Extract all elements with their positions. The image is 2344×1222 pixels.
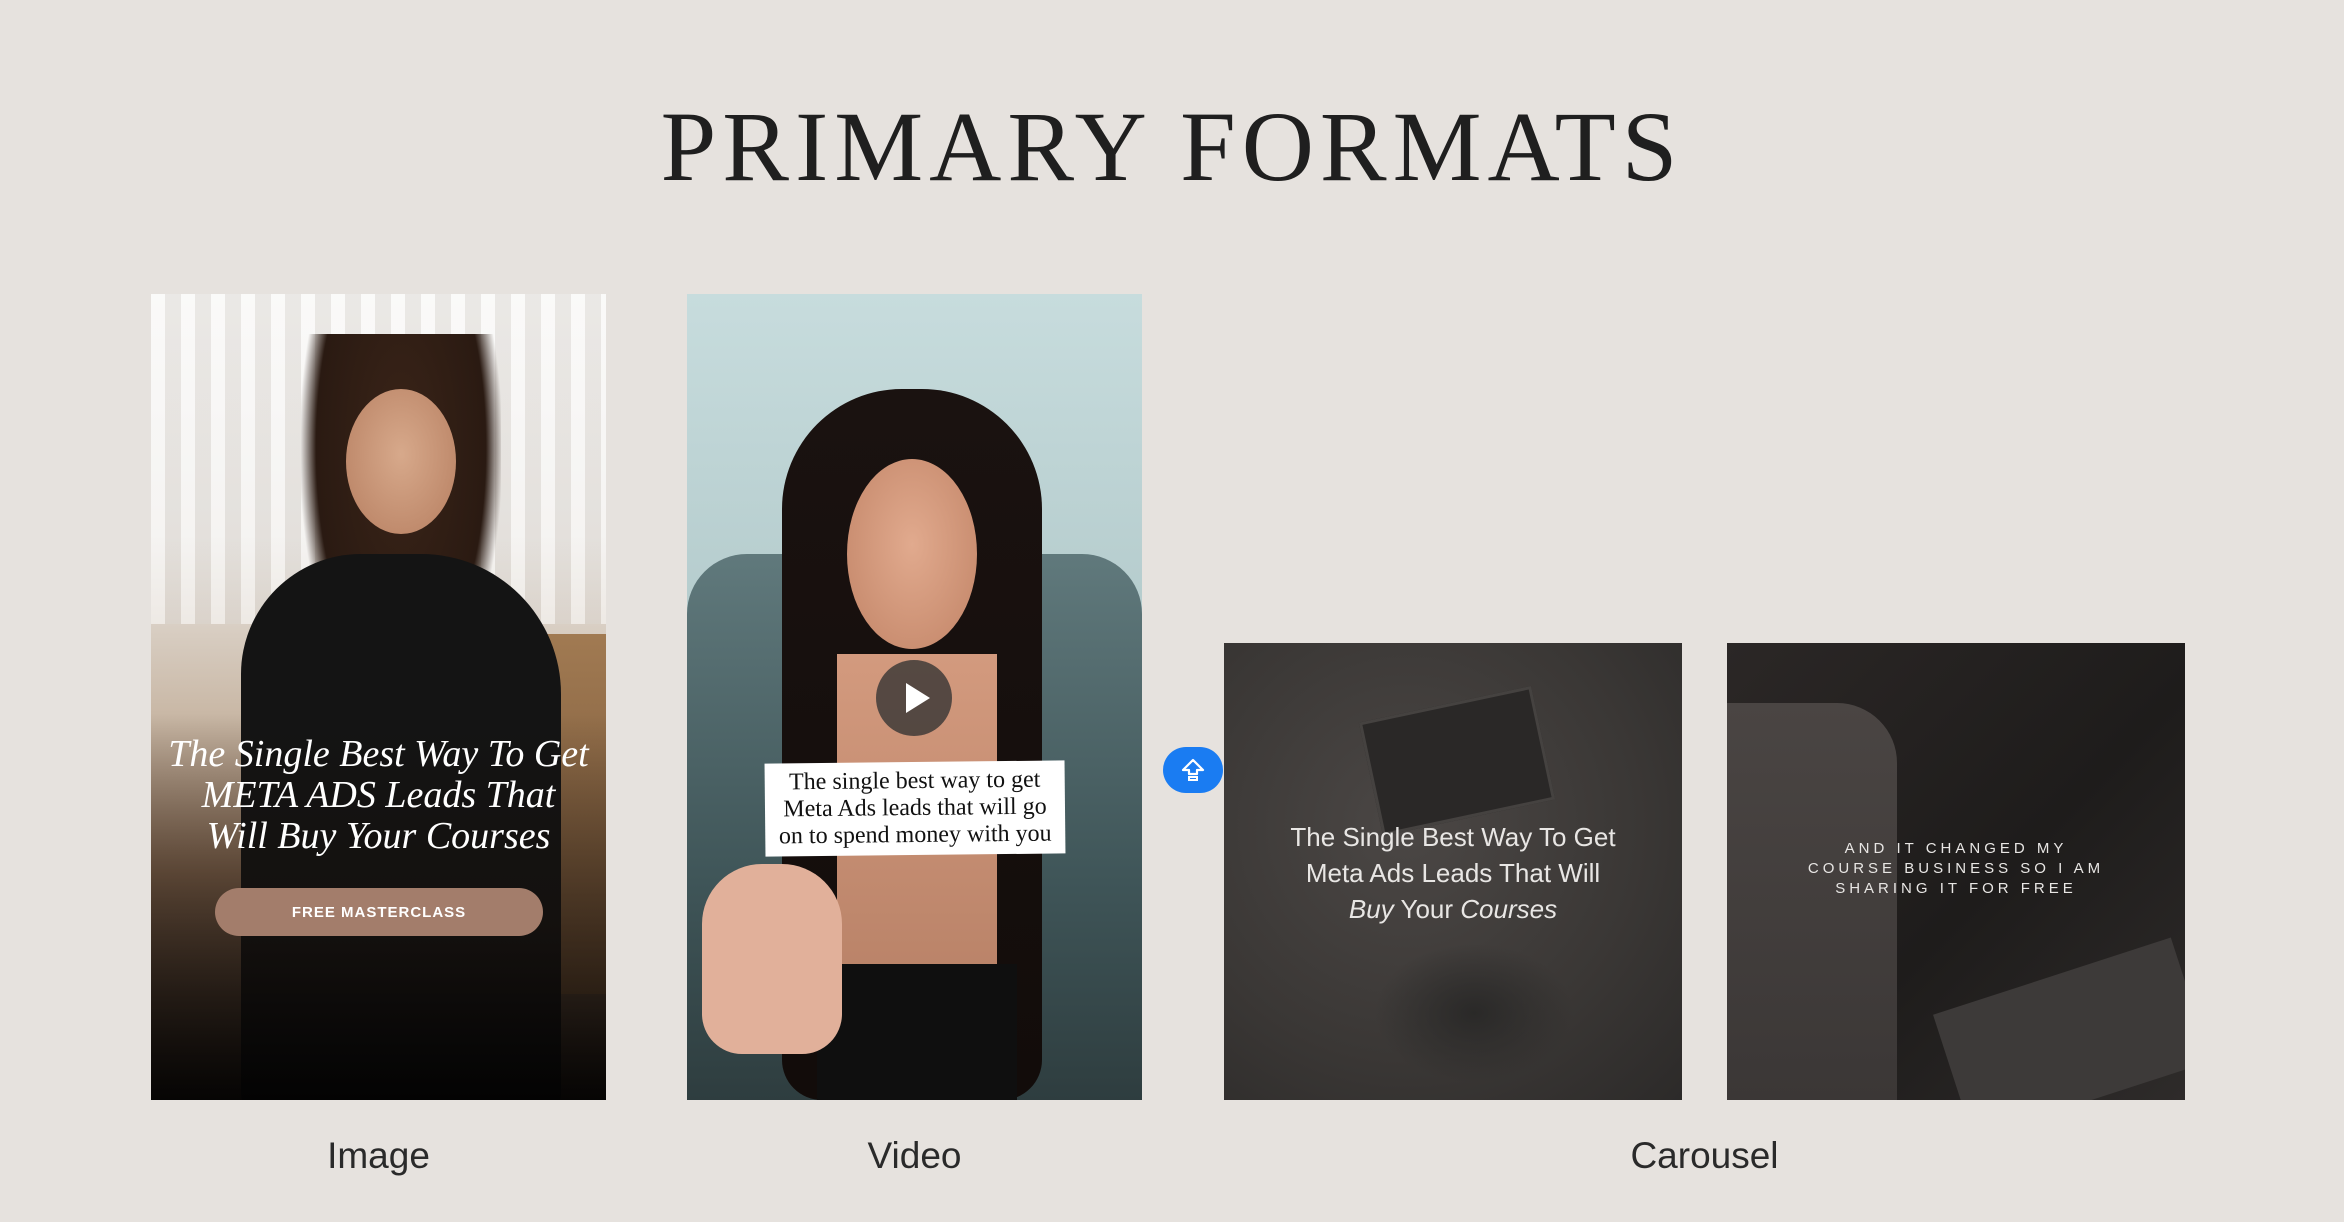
caption-line: The single best way to get xyxy=(788,766,1041,796)
free-masterclass-button[interactable]: FREE MASTERCLASS xyxy=(215,888,543,936)
image-format-card[interactable]: The Single Best Way To Get META ADS Lead… xyxy=(151,294,606,1100)
carousel-slide-1[interactable]: The Single Best Way To Get Meta Ads Lead… xyxy=(1224,643,1682,1100)
caption-line: on to spend money with you xyxy=(778,820,1052,850)
ad-headline: The Single Best Way To Get META ADS Lead… xyxy=(161,734,596,857)
play-button[interactable] xyxy=(876,660,952,736)
slide-text-line: COURSE BUSINESS SO I AM xyxy=(1807,860,2105,877)
headline-line: Will Buy Your Courses xyxy=(206,815,551,857)
upload-icon xyxy=(1181,758,1205,781)
hand xyxy=(702,864,842,1054)
video-format-label: Video xyxy=(867,1135,962,1176)
plant-shadow xyxy=(1374,943,1574,1083)
carousel-slide-2[interactable]: AND IT CHANGED MY COURSE BUSINESS SO I A… xyxy=(1727,643,2185,1100)
white-coat xyxy=(1727,703,1897,1100)
slide-text-italic: Buy xyxy=(1348,894,1394,924)
top xyxy=(817,964,1017,1100)
slide-text-line: Buy Your Courses xyxy=(1244,891,1662,927)
slide-text-line: Meta Ads Leads That Will xyxy=(1305,858,1601,888)
slide-text-normal: Your xyxy=(1393,894,1461,924)
video-caption: The single best way to get Meta Ads lead… xyxy=(764,760,1066,857)
slide-1-text: The Single Best Way To Get Meta Ads Lead… xyxy=(1244,819,1662,927)
slide-text-italic: Courses xyxy=(1460,894,1558,924)
upload-button[interactable] xyxy=(1163,747,1223,793)
face xyxy=(847,459,977,649)
page-title: PRIMARY FORMATS xyxy=(660,91,1684,202)
video-format-card[interactable]: The single best way to get Meta Ads lead… xyxy=(687,294,1142,1100)
laptop xyxy=(1933,937,2185,1100)
slide-2-text: AND IT CHANGED MY COURSE BUSINESS SO I A… xyxy=(1747,839,2165,899)
image-format-label: Image xyxy=(327,1135,430,1176)
headline-line: The Single Best Way To Get xyxy=(168,733,589,775)
slide-text-line: The Single Best Way To Get xyxy=(1290,822,1616,852)
slide-text-line: SHARING IT FOR FREE xyxy=(1835,880,2077,897)
headline-line: META ADS Leads That xyxy=(201,774,556,816)
slide-text-line: AND IT CHANGED MY xyxy=(1844,840,2068,857)
face xyxy=(346,389,456,534)
carousel-format-label: Carousel xyxy=(1630,1135,1779,1176)
laptop xyxy=(1358,685,1556,837)
caption-line: Meta Ads leads that will go xyxy=(783,793,1047,823)
play-icon xyxy=(906,683,930,713)
